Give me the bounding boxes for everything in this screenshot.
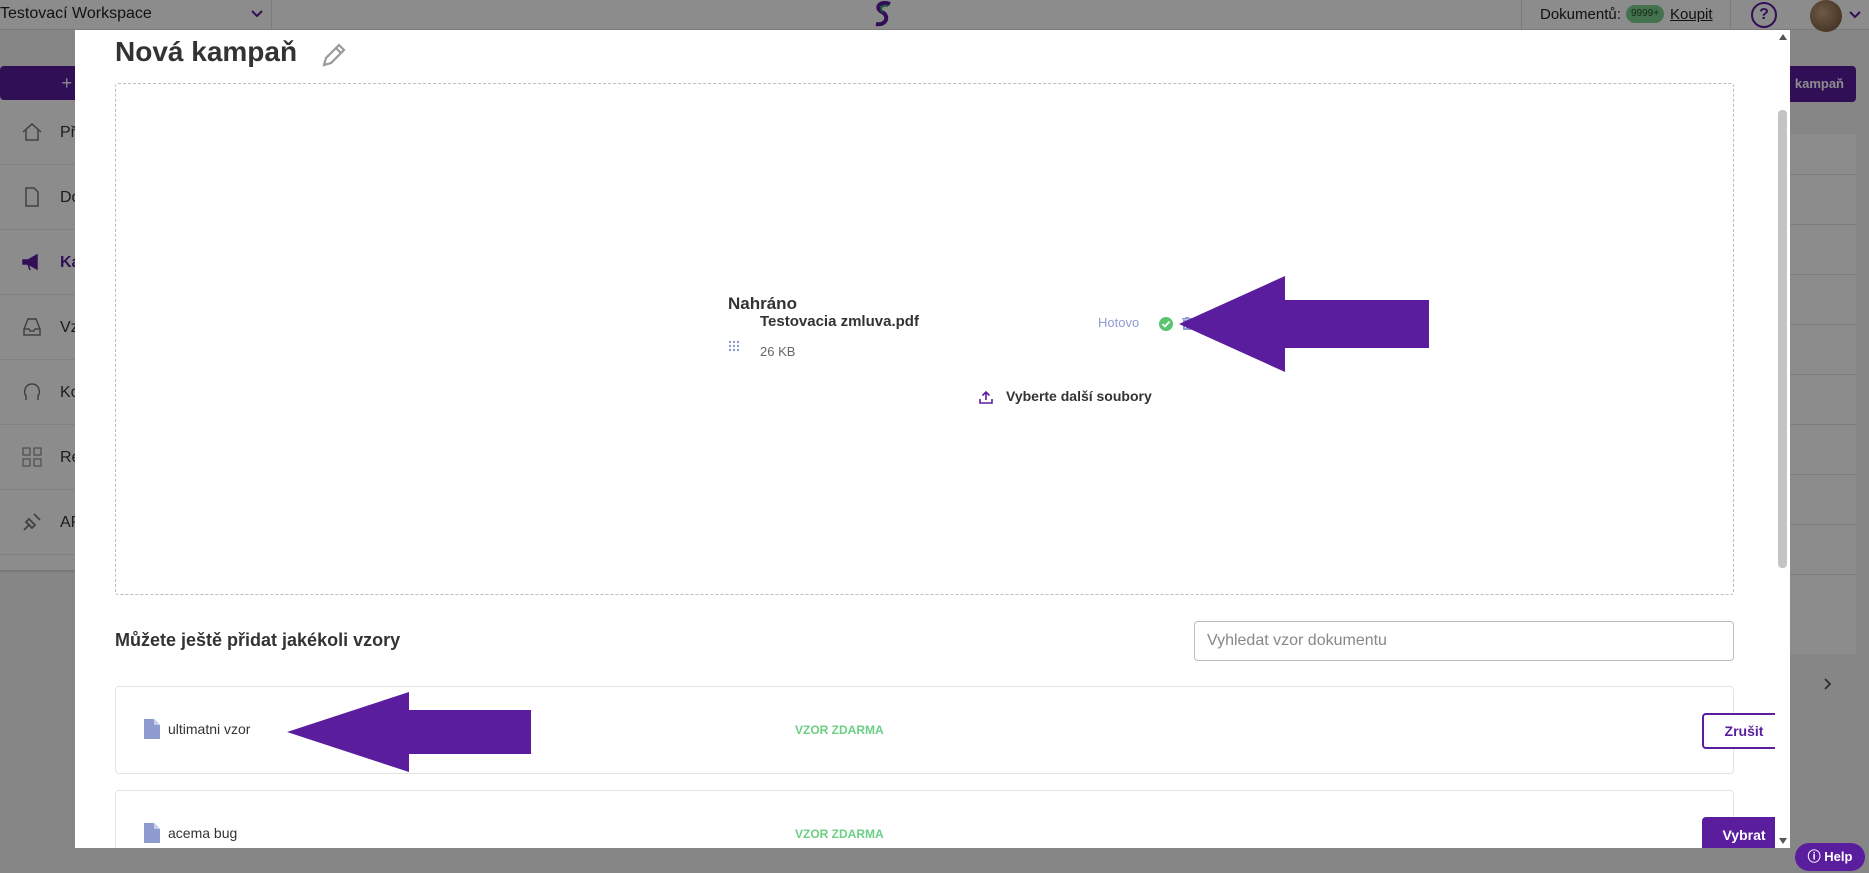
upload-dropzone[interactable]: Nahráno Testovacia zmluva.pdf 26 KB Hoto… [115, 83, 1734, 595]
uploaded-heading: Nahráno [728, 294, 797, 313]
uploaded-file-size: 26 KB [760, 344, 796, 359]
document-icon [144, 823, 160, 843]
new-campaign-modal: Nová kampaň Nahráno Testovacia zmluva.pd… [75, 30, 1790, 848]
modal-scrollbar[interactable] [1775, 30, 1790, 848]
scrollbar-thumb[interactable] [1778, 110, 1787, 568]
select-more-files-label: Vyberte další soubory [1006, 388, 1152, 404]
template-row: acema bug VZOR ZDARMA Vybrat [115, 790, 1786, 848]
help-button[interactable]: ⓘ Help [1795, 843, 1865, 871]
scroll-up-icon[interactable] [1779, 34, 1787, 40]
annotation-arrow [287, 692, 531, 772]
document-icon [144, 719, 160, 739]
templates-heading: Můžete ještě přidat jakékoli vzory [115, 630, 401, 650]
pencil-icon[interactable] [319, 40, 349, 70]
page-title: Nová kampaň [115, 36, 298, 67]
template-search-input[interactable] [1194, 621, 1734, 661]
annotation-arrow [1179, 276, 1429, 372]
upload-icon [979, 390, 993, 404]
select-template-button[interactable]: Vybrat [1702, 817, 1786, 848]
template-name: acema bug [168, 825, 238, 841]
free-template-tag: VZOR ZDARMA [795, 827, 884, 841]
scroll-down-icon[interactable] [1779, 838, 1787, 844]
help-circle-icon: ⓘ [1807, 849, 1821, 864]
upload-status: Hotovo [1098, 315, 1140, 330]
cancel-template-button[interactable]: Zrušit [1702, 713, 1786, 749]
uploaded-file-name: Testovacia zmluva.pdf [760, 313, 919, 330]
check-circle-icon [1159, 317, 1173, 331]
help-label: Help [1824, 849, 1853, 864]
free-template-tag: VZOR ZDARMA [795, 723, 884, 737]
drag-handle-icon[interactable] [728, 340, 740, 352]
template-name: ultimatni vzor [168, 721, 251, 737]
